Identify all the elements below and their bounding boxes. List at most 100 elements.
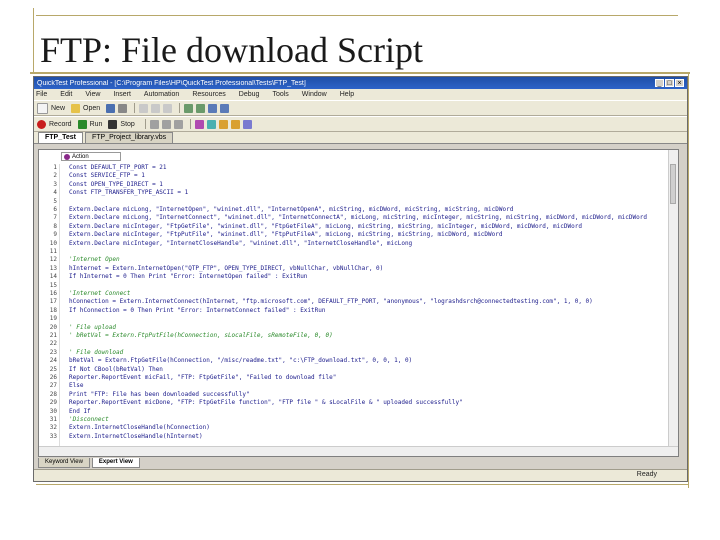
active-screen-icon[interactable] [242,119,252,129]
code-line[interactable]: If hInternet = 0 Then Print "Error: Inte… [69,273,307,280]
code-line[interactable]: If Not CBool(bRetVal) Then [69,366,163,373]
code-line[interactable]: Else [69,382,83,389]
code-line[interactable]: Const FTP_TRANSFER_TYPE_ASCII = 1 [69,189,188,196]
object-repository-icon[interactable] [220,103,230,113]
code-line[interactable]: ' File upload [69,324,116,331]
toolbar-separator [189,119,191,129]
slide-right-rule [688,72,689,488]
maximize-button[interactable]: □ [665,79,674,87]
tab-ftp-project-library[interactable]: FTP_Project_library.vbs [85,132,174,143]
vertical-scrollbar-thumb[interactable] [670,164,676,204]
code-line[interactable]: If hConnection = 0 Then Print "Error: In… [69,307,325,314]
code-line[interactable]: Extern.Declare micLong, "InternetConnect… [69,214,647,221]
status-text: Ready [636,471,657,478]
line-number: 10 [49,239,57,247]
code-line[interactable]: ' File download [69,349,123,356]
code-line[interactable]: Extern.Declare micInteger, "FtpGetFile",… [69,223,582,230]
window-titlebar[interactable]: QuickTest Professional - [C:\Program Fil… [34,77,687,89]
menu-file[interactable]: File [36,91,47,98]
view-tabs: Keyword View Expert View [38,458,142,468]
code-line[interactable]: Extern.Declare micInteger, "InternetClos… [69,240,412,247]
slide-title: FTP: File download Script [40,30,424,70]
new-button-label[interactable]: New [51,105,65,112]
code-line[interactable]: Reporter.ReportEvent micFail, "FTP: FtpG… [69,374,336,381]
menu-view[interactable]: View [85,91,100,98]
find-icon[interactable] [208,103,218,113]
code-line[interactable]: 'Internet Open [69,256,120,263]
run-button-label[interactable]: Run [90,121,103,128]
action-icon [64,154,70,160]
checkpoint-icon[interactable] [206,119,216,129]
code-area[interactable]: 1 Const DEFAULT_FTP_PORT = 21 2 Const SERVI… [50,164,668,446]
code-line[interactable]: End If [69,408,91,415]
output-value-icon[interactable] [218,119,228,129]
code-line[interactable]: 'Disconnect [69,416,109,423]
code-line[interactable]: ' bRetVal = Extern.FtpPutFile(hConnectio… [69,332,333,339]
menu-window[interactable]: Window [302,91,327,98]
menu-insert[interactable]: Insert [113,91,131,98]
code-line[interactable]: Extern.Declare micInteger, "FtpPutFile",… [69,231,502,238]
code-line[interactable]: hInternet = Extern.InternetOpen("QTP_FTP… [69,265,383,272]
close-button[interactable]: × [675,79,684,87]
menu-automation[interactable]: Automation [144,91,179,98]
line-number: 7 [53,214,57,222]
step-over-icon[interactable] [161,119,171,129]
line-number: 22 [49,340,57,348]
action-selector-label: Action [72,154,89,160]
record-button-label[interactable]: Record [49,121,72,128]
print-icon[interactable] [118,103,128,113]
open-button-label[interactable]: Open [83,105,100,112]
step-out-icon[interactable] [173,119,183,129]
vertical-scrollbar[interactable] [668,150,678,446]
run-icon[interactable] [77,119,87,129]
code-line[interactable]: Extern.InternetCloseHandle(hInternet) [69,433,203,440]
tab-expert-view[interactable]: Expert View [91,458,140,468]
code-line[interactable]: Extern.InternetCloseHandle(hConnection) [69,424,210,431]
line-number: 29 [49,399,57,407]
code-line[interactable]: Extern.Declare micLong, "InternetOpen", … [69,206,513,213]
line-number: 17 [49,298,57,306]
copy-icon[interactable] [151,103,161,113]
code-line[interactable]: bRetVal = Extern.FtpGetFile(hConnection,… [69,357,412,364]
undo-icon[interactable] [184,103,194,113]
cut-icon[interactable] [139,103,149,113]
minimize-button[interactable]: _ [655,79,664,87]
document-tabs: FTP_Test FTP_Project_library.vbs [34,132,687,144]
line-number: 23 [49,348,57,356]
record-icon[interactable] [37,119,46,129]
paste-icon[interactable] [163,103,173,113]
breakpoint-icon[interactable] [194,119,204,129]
menu-edit[interactable]: Edit [60,91,72,98]
redo-icon[interactable] [196,103,206,113]
step-into-icon[interactable] [149,119,159,129]
slide-bottom-rule [36,484,688,485]
menu-resources[interactable]: Resources [192,91,225,98]
code-line[interactable]: Const SERVICE_FTP = 1 [69,172,145,179]
save-icon[interactable] [106,103,116,113]
line-number: 1 [53,164,57,171]
action-selector[interactable]: Action [61,152,121,161]
line-number: 19 [49,315,57,323]
menu-help[interactable]: Help [340,91,354,98]
code-line[interactable]: Const DEFAULT_FTP_PORT = 21 [69,164,167,171]
menu-debug[interactable]: Debug [239,91,260,98]
expert-view-editor[interactable]: Action 1 Const DEFAULT_FTP_PORT = 21 2 Cons… [38,149,679,457]
open-folder-icon[interactable] [71,103,81,113]
code-line[interactable]: hConnection = Extern.InternetConnect(hIn… [69,298,593,305]
menu-bar: File Edit View Insert Automation Resourc… [34,89,687,100]
code-line[interactable]: Print "FTP: File has been downloaded suc… [69,391,250,398]
stop-icon[interactable] [108,119,118,129]
horizontal-scrollbar[interactable] [39,446,678,456]
code-line[interactable]: Reporter.ReportEvent micDone, "FTP: FtpG… [69,399,463,406]
tab-ftp-test[interactable]: FTP_Test [38,132,83,143]
line-number: 18 [49,306,57,314]
code-line[interactable]: Const OPEN_TYPE_DIRECT = 1 [69,181,163,188]
line-number: 21 [49,332,57,339]
data-table-icon[interactable] [230,119,240,129]
stop-button-label[interactable]: Stop [120,121,134,128]
menu-tools[interactable]: Tools [272,91,288,98]
tab-keyword-view[interactable]: Keyword View [38,458,90,468]
new-document-icon[interactable] [37,102,48,114]
status-bar: Ready [34,469,687,481]
code-line[interactable]: 'Internet Connect [69,290,130,297]
